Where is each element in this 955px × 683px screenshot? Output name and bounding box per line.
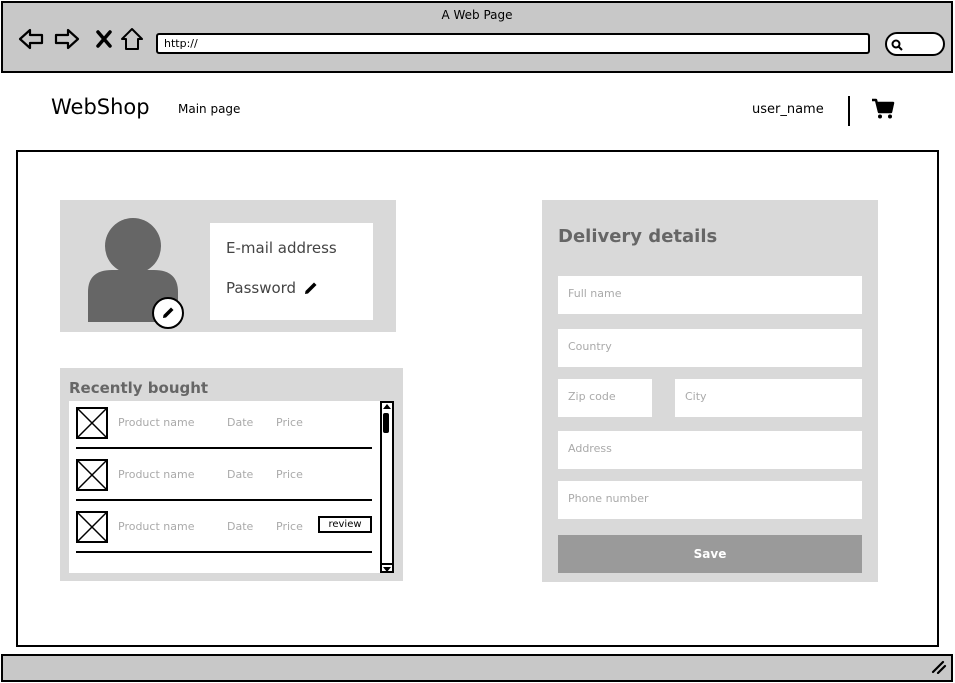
recently-bought-list: Product name Date Price Product name Dat…	[69, 401, 394, 573]
scroll-down-icon[interactable]	[380, 563, 394, 573]
header-divider	[848, 96, 850, 126]
credentials-box: E-mail address Password	[210, 223, 373, 320]
profile-panel: E-mail address Password	[60, 200, 396, 332]
product-name: Product name	[118, 520, 195, 533]
zip-code-field[interactable]: Zip code	[558, 379, 652, 417]
scroll-up-icon[interactable]	[380, 401, 394, 411]
review-button[interactable]: review	[318, 516, 372, 533]
product-date: Date	[227, 520, 254, 533]
product-price: Price	[276, 416, 303, 429]
address-bar[interactable]: http://	[156, 33, 870, 54]
address-field[interactable]: Address	[558, 431, 862, 469]
phone-number-field[interactable]: Phone number	[558, 481, 862, 519]
product-image-placeholder-icon	[76, 511, 108, 543]
list-item[interactable]: Product name Date Price review	[69, 505, 373, 555]
back-icon[interactable]	[17, 25, 45, 53]
city-field[interactable]: City	[675, 379, 862, 417]
email-label[interactable]: E-mail address	[226, 239, 337, 257]
forward-icon[interactable]	[53, 25, 81, 53]
list-item[interactable]: Product name Date Price	[69, 401, 373, 451]
resize-grip-icon[interactable]	[929, 658, 947, 678]
password-label[interactable]: Password	[226, 279, 296, 297]
main-page-link[interactable]: Main page	[178, 102, 240, 116]
product-date: Date	[227, 468, 254, 481]
search-icon	[891, 39, 903, 51]
recently-bought-title: Recently bought	[69, 379, 209, 397]
browser-search[interactable]	[885, 32, 945, 56]
browser-status-bar	[1, 654, 953, 682]
recently-bought-panel: Recently bought Product name Date Price …	[60, 368, 403, 581]
pencil-icon	[163, 307, 174, 318]
product-name: Product name	[118, 468, 195, 481]
divider	[76, 499, 372, 501]
browser-toolbar: A Web Page http://	[1, 1, 953, 73]
divider	[76, 447, 372, 449]
product-image-placeholder-icon	[76, 459, 108, 491]
user-name-link[interactable]: user_name	[752, 102, 824, 117]
cart-icon[interactable]	[871, 98, 895, 124]
delivery-title: Delivery details	[558, 226, 718, 247]
delivery-panel: Delivery details Full name Country Zip c…	[542, 200, 878, 582]
save-button[interactable]: Save	[558, 535, 862, 573]
stop-icon[interactable]	[90, 25, 118, 53]
product-name: Product name	[118, 416, 195, 429]
site-logo[interactable]: WebShop	[51, 95, 150, 119]
full-name-field[interactable]: Full name	[558, 276, 862, 314]
product-date: Date	[227, 416, 254, 429]
edit-password-icon[interactable]	[303, 280, 319, 300]
list-scrollbar[interactable]	[380, 401, 394, 573]
window-title: A Web Page	[441, 8, 513, 22]
scroll-thumb[interactable]	[383, 413, 389, 433]
home-icon[interactable]	[118, 25, 146, 53]
divider	[76, 551, 372, 553]
edit-avatar-button[interactable]	[152, 297, 184, 329]
product-price: Price	[276, 468, 303, 481]
list-item[interactable]: Product name Date Price	[69, 453, 373, 503]
product-price: Price	[276, 520, 303, 533]
country-field[interactable]: Country	[558, 329, 862, 367]
product-image-placeholder-icon	[76, 407, 108, 439]
